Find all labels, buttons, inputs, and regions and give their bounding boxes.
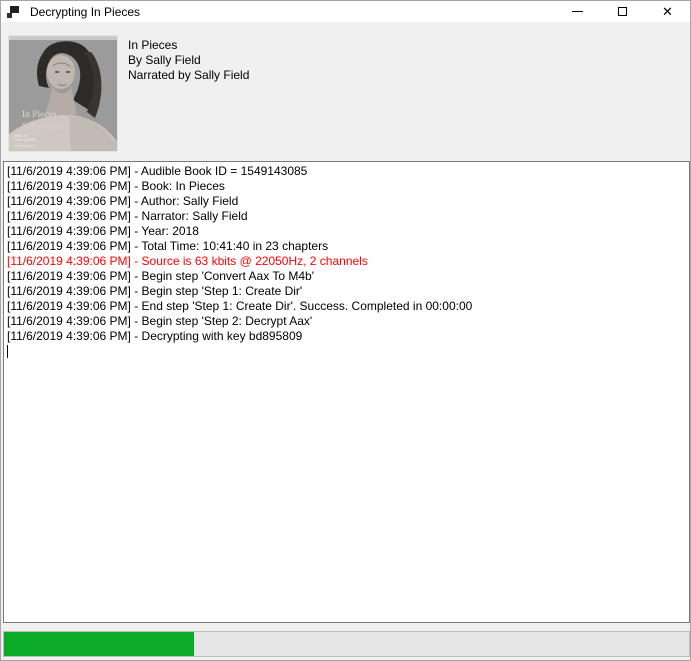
book-author: By Sally Field (128, 53, 249, 68)
log-line: [11/6/2019 4:39:06 PM] - End step 'Step … (7, 299, 686, 314)
cover-art-illustration: In Pieces Sally Field READ BY THE AUTHOR… (9, 36, 117, 151)
book-cover-image: In Pieces Sally Field READ BY THE AUTHOR… (9, 36, 117, 151)
book-narrator: Narrated by Sally Field (128, 68, 249, 83)
book-meta: In Pieces By Sally Field Narrated by Sal… (128, 38, 249, 83)
app-icon (7, 5, 21, 19)
cover-badge-line2: THE AUTHOR (14, 138, 36, 142)
log-line: [11/6/2019 4:39:06 PM] - Narrator: Sally… (7, 209, 686, 224)
window-controls: ✕ (555, 1, 690, 22)
progress-bar (3, 631, 690, 657)
app-window: Decrypting In Pieces ✕ (0, 0, 691, 661)
log-line: [11/6/2019 4:39:06 PM] - Total Time: 10:… (7, 239, 686, 254)
close-icon: ✕ (662, 4, 673, 20)
maximize-icon (618, 7, 627, 16)
log-line: [11/6/2019 4:39:06 PM] - Begin step 'Ste… (7, 284, 686, 299)
log-line: [11/6/2019 4:39:06 PM] - Year: 2018 (7, 224, 686, 239)
log-line: [11/6/2019 4:39:06 PM] - Begin step 'Con… (7, 269, 686, 284)
text-caret (7, 345, 8, 358)
log-line: [11/6/2019 4:39:06 PM] - Begin step 'Ste… (7, 314, 686, 329)
cover-title-text: In Pieces (22, 110, 57, 120)
log-line: [11/6/2019 4:39:06 PM] - Source is 63 kb… (7, 254, 686, 269)
log-line: [11/6/2019 4:39:06 PM] - Author: Sally F… (7, 194, 686, 209)
log-output-textbox[interactable]: [11/6/2019 4:39:06 PM] - Audible Book ID… (3, 161, 690, 623)
header: In Pieces Sally Field READ BY THE AUTHOR… (1, 22, 690, 161)
maximize-button[interactable] (600, 1, 645, 22)
log-line: [11/6/2019 4:39:06 PM] - Book: In Pieces (7, 179, 686, 194)
book-title: In Pieces (128, 38, 249, 53)
close-button[interactable]: ✕ (645, 1, 690, 22)
titlebar[interactable]: Decrypting In Pieces ✕ (1, 1, 690, 22)
progress-bar-fill (4, 632, 194, 656)
log-line: [11/6/2019 4:39:06 PM] - Audible Book ID… (7, 164, 686, 179)
minimize-icon (572, 11, 583, 12)
cover-edition-text: Unabridged (14, 143, 34, 148)
window-title: Decrypting In Pieces (30, 5, 140, 19)
cover-author-text: Sally Field (22, 122, 64, 132)
log-line: [11/6/2019 4:39:06 PM] - Decrypting with… (7, 329, 686, 344)
minimize-button[interactable] (555, 1, 600, 22)
